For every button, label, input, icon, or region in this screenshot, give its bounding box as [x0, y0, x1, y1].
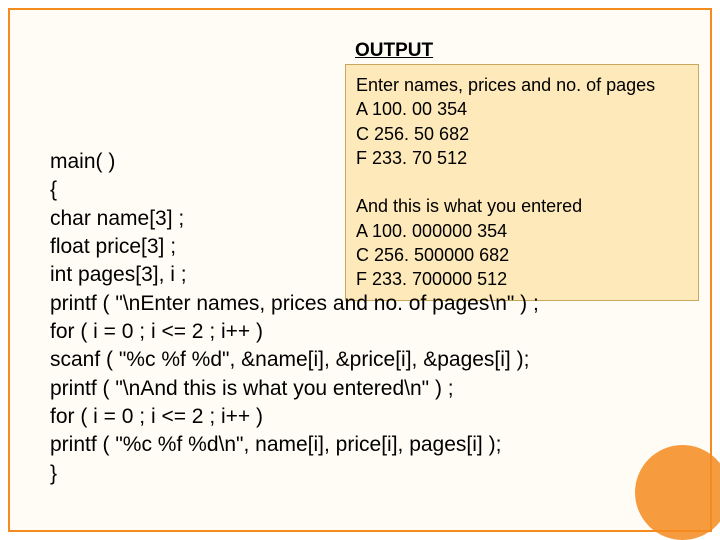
decorative-circle: [635, 445, 720, 540]
slide-frame: OUTPUT Enter names, prices and no. of pa…: [8, 8, 712, 532]
output-heading: OUTPUT: [345, 40, 699, 62]
code-listing: main( ) { char name[3] ; float price[3] …: [50, 148, 539, 488]
